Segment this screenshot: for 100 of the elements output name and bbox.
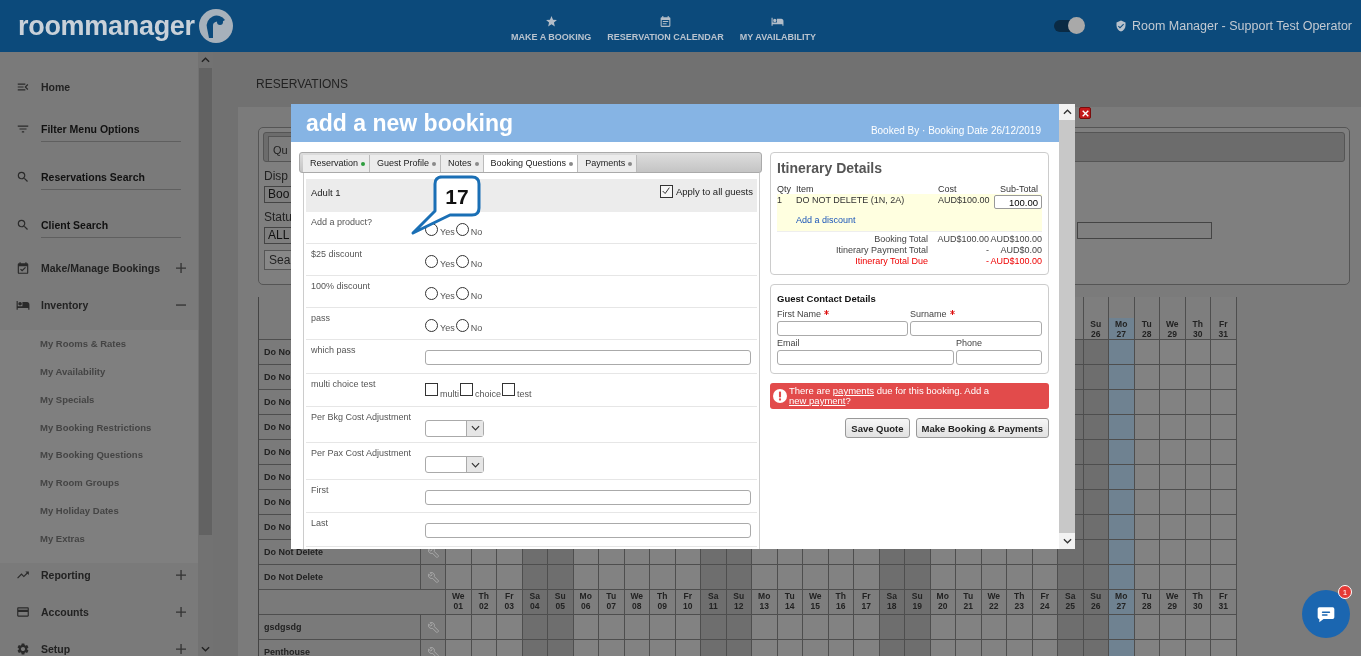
calendar-cell[interactable] bbox=[726, 565, 752, 590]
calendar-cell[interactable] bbox=[1083, 390, 1109, 415]
tab[interactable]: Notes bbox=[441, 155, 484, 172]
calendar-cell[interactable] bbox=[1185, 340, 1211, 365]
calendar-cell[interactable] bbox=[1211, 365, 1237, 390]
calendar-cell[interactable] bbox=[1185, 540, 1211, 565]
calendar-cell[interactable] bbox=[1160, 565, 1186, 590]
calendar-cell[interactable] bbox=[1109, 465, 1135, 490]
discount-link[interactable]: Add a discount bbox=[796, 215, 856, 225]
calendar-cell[interactable] bbox=[803, 615, 829, 640]
calendar-cell[interactable] bbox=[650, 565, 676, 590]
calendar-cell[interactable] bbox=[1083, 465, 1109, 490]
calendar-cell[interactable] bbox=[1109, 540, 1135, 565]
sidebar-item[interactable]: Reservations Search bbox=[0, 160, 198, 208]
nav-link[interactable]: MAKE A BOOKING bbox=[511, 10, 592, 42]
search-button[interactable]: Sea bbox=[264, 250, 294, 270]
calendar-cell[interactable] bbox=[1160, 365, 1186, 390]
calendar-cell[interactable] bbox=[1083, 615, 1109, 640]
calendar-cell[interactable] bbox=[1134, 365, 1160, 390]
calendar-cell[interactable] bbox=[650, 615, 676, 640]
calendar-cell[interactable] bbox=[1007, 615, 1033, 640]
input-field[interactable] bbox=[425, 350, 751, 365]
toggle-switch[interactable] bbox=[1054, 20, 1082, 32]
sidebar-item[interactable]: Accounts bbox=[0, 600, 198, 637]
calendar-cell[interactable] bbox=[1083, 415, 1109, 440]
calendar-cell[interactable] bbox=[471, 565, 497, 590]
calendar-cell[interactable] bbox=[1185, 365, 1211, 390]
checkbox[interactable] bbox=[659, 184, 673, 198]
calendar-cell[interactable] bbox=[1160, 490, 1186, 515]
close-button[interactable] bbox=[1079, 107, 1091, 119]
checkbox[interactable] bbox=[460, 382, 473, 396]
calendar-cell[interactable] bbox=[930, 615, 956, 640]
calendar-cell[interactable] bbox=[1185, 390, 1211, 415]
calendar-cell[interactable] bbox=[1058, 615, 1084, 640]
calendar-cell[interactable] bbox=[930, 565, 956, 590]
calendar-cell[interactable] bbox=[573, 565, 599, 590]
tab[interactable]: Payments bbox=[578, 155, 638, 172]
calendar-cell[interactable] bbox=[1134, 540, 1160, 565]
radio-button[interactable] bbox=[455, 319, 469, 332]
calendar-cell[interactable] bbox=[1032, 565, 1058, 590]
calendar-cell[interactable] bbox=[1109, 440, 1135, 465]
calendar-cell[interactable] bbox=[1185, 565, 1211, 590]
calendar-cell[interactable] bbox=[726, 615, 752, 640]
calendar-cell[interactable] bbox=[522, 565, 548, 590]
radio-button[interactable] bbox=[425, 319, 438, 332]
sidebar-item[interactable]: Home bbox=[0, 52, 198, 112]
calendar-cell[interactable] bbox=[497, 615, 523, 640]
calendar-cell[interactable] bbox=[752, 565, 778, 590]
calendar-cell[interactable] bbox=[1185, 515, 1211, 540]
calendar-cell[interactable] bbox=[1109, 490, 1135, 515]
calendar-cell[interactable] bbox=[624, 615, 650, 640]
calendar-cell[interactable] bbox=[828, 565, 854, 590]
calendar-cell[interactable] bbox=[1160, 415, 1186, 440]
calendar-cell[interactable] bbox=[1160, 465, 1186, 490]
calendar-cell[interactable] bbox=[1134, 390, 1160, 415]
scrollbar[interactable] bbox=[1059, 104, 1075, 549]
sidebar-item[interactable]: Reporting bbox=[0, 563, 198, 600]
calendar-cell[interactable] bbox=[1160, 615, 1186, 640]
input-field[interactable] bbox=[777, 321, 908, 336]
subtotal-field[interactable]: 100.00 bbox=[994, 195, 1042, 209]
calendar-cell[interactable] bbox=[1211, 415, 1237, 440]
calendar-cell[interactable] bbox=[599, 565, 625, 590]
calendar-cell[interactable] bbox=[1083, 565, 1109, 590]
calendar-cell[interactable] bbox=[1211, 440, 1237, 465]
calendar-cell[interactable] bbox=[1109, 565, 1135, 590]
calendar-cell[interactable] bbox=[1160, 390, 1186, 415]
calendar-cell[interactable] bbox=[1083, 515, 1109, 540]
calendar-cell[interactable] bbox=[854, 565, 880, 590]
calendar-cell[interactable] bbox=[981, 615, 1007, 640]
calendar-cell[interactable] bbox=[1134, 515, 1160, 540]
calendar-cell[interactable] bbox=[1211, 515, 1237, 540]
radio-button[interactable] bbox=[425, 287, 438, 300]
calendar-cell[interactable] bbox=[854, 615, 880, 640]
calendar-cell[interactable] bbox=[956, 565, 982, 590]
calendar-cell[interactable] bbox=[752, 615, 778, 640]
calendar-cell[interactable] bbox=[1185, 490, 1211, 515]
calendar-cell[interactable] bbox=[1083, 490, 1109, 515]
calendar-cell[interactable] bbox=[1185, 615, 1211, 640]
sidebar-item[interactable]: Make/Manage Bookings bbox=[0, 256, 198, 293]
tab[interactable]: Reservation bbox=[303, 155, 371, 172]
calendar-cell[interactable] bbox=[1134, 465, 1160, 490]
calendar-cell[interactable] bbox=[879, 565, 905, 590]
calendar-cell[interactable] bbox=[1211, 340, 1237, 365]
calendar-cell[interactable] bbox=[956, 615, 982, 640]
calendar-cell[interactable] bbox=[1007, 565, 1033, 590]
tab[interactable]: Guest Profile bbox=[370, 155, 442, 172]
calendar-cell[interactable] bbox=[1109, 390, 1135, 415]
calendar-cell[interactable] bbox=[1109, 515, 1135, 540]
calendar-cell[interactable] bbox=[548, 615, 574, 640]
calendar-cell[interactable] bbox=[624, 565, 650, 590]
submenu-item[interactable]: My Booking Restrictions bbox=[0, 413, 198, 441]
calendar-cell[interactable] bbox=[1160, 440, 1186, 465]
calendar-cell[interactable] bbox=[905, 565, 931, 590]
input-field[interactable] bbox=[425, 489, 751, 505]
calendar-cell[interactable] bbox=[1185, 465, 1211, 490]
sidebar-item[interactable]: Filter Menu Options bbox=[0, 112, 198, 160]
calendar-cell[interactable] bbox=[1134, 340, 1160, 365]
calendar-cell[interactable] bbox=[1160, 540, 1186, 565]
submenu-item[interactable]: My Booking Questions bbox=[0, 441, 198, 469]
calendar-cell[interactable] bbox=[1083, 440, 1109, 465]
